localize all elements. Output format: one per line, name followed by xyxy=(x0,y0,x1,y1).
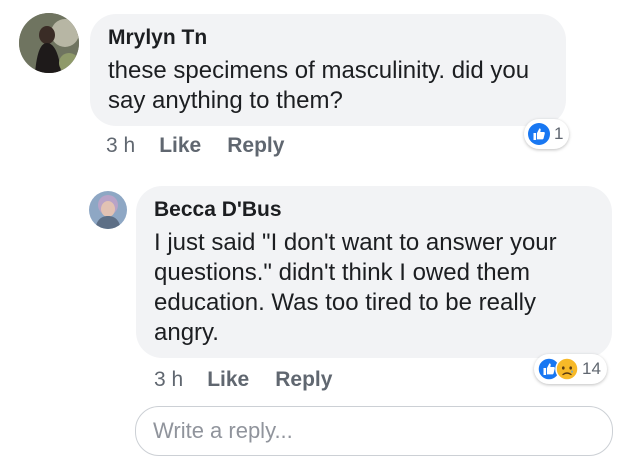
comment-bubble: Becca D'Bus I just said "I don't want to… xyxy=(136,186,612,358)
comment-actions: 3 h Like Reply xyxy=(106,133,310,159)
reply-input[interactable]: Write a reply... xyxy=(135,406,613,456)
like-button[interactable]: Like xyxy=(159,134,201,158)
comment-text: these specimens of masculinity. did you … xyxy=(108,57,530,114)
avatar-photo xyxy=(89,191,127,229)
timestamp[interactable]: 3 h xyxy=(106,134,135,158)
reply-button[interactable]: Reply xyxy=(227,134,284,158)
avatar[interactable] xyxy=(89,191,127,229)
comment-actions: 3 h Like Reply xyxy=(154,367,358,393)
reply-button[interactable]: Reply xyxy=(275,368,332,392)
comment-author[interactable]: Mrylyn Tn xyxy=(108,26,548,50)
comment-author[interactable]: Becca D'Bus xyxy=(154,198,594,222)
like-icon xyxy=(528,123,550,145)
comment-text: I just said "I don't want to answer your… xyxy=(154,229,557,346)
reply-input-placeholder: Write a reply... xyxy=(153,418,293,443)
like-button[interactable]: Like xyxy=(207,368,249,392)
reaction-summary[interactable]: 14 xyxy=(534,354,607,384)
avatar[interactable] xyxy=(19,13,79,73)
reaction-count: 1 xyxy=(554,124,564,143)
comment-bubble: Mrylyn Tn these specimens of masculinity… xyxy=(90,14,566,126)
timestamp[interactable]: 3 h xyxy=(154,368,183,392)
avatar-photo xyxy=(19,13,79,73)
reaction-summary[interactable]: 1 xyxy=(524,119,570,149)
sad-icon xyxy=(555,357,579,381)
reaction-count: 14 xyxy=(582,359,601,378)
